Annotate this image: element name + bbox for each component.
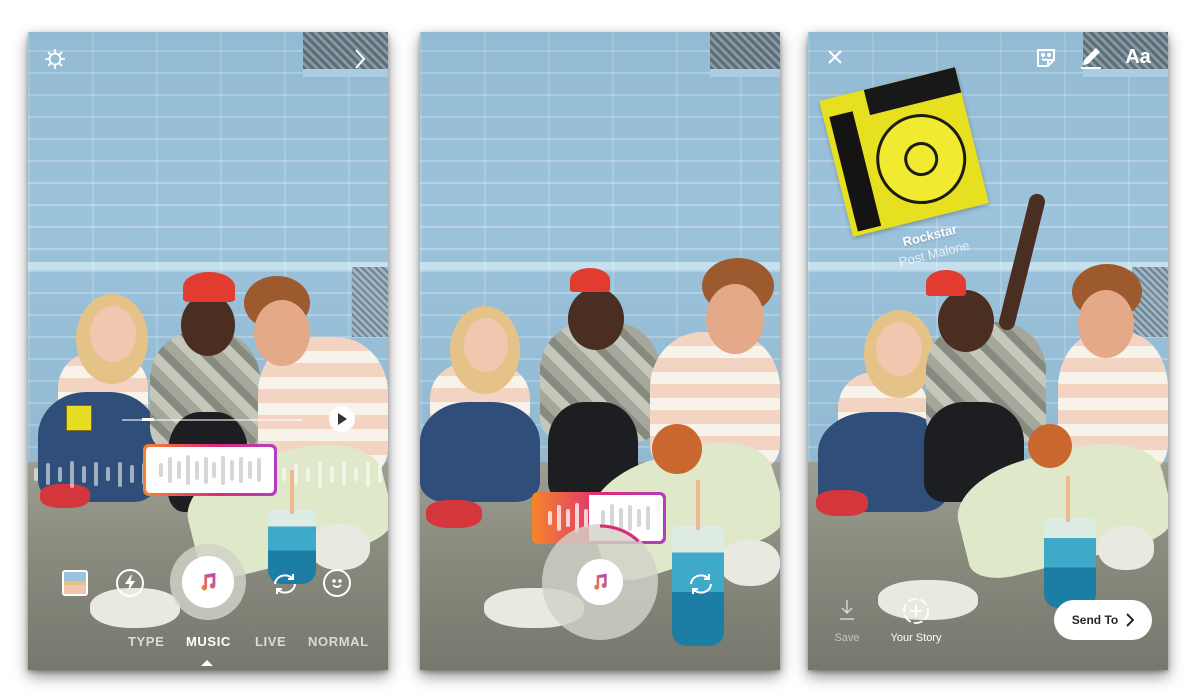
- screen-edit-story: Aa Rockstar Post Malone Save Your Story …: [808, 32, 1168, 670]
- waveform-bar: [547, 511, 552, 525]
- waveform-bar: [294, 463, 298, 485]
- waveform-bar: [118, 461, 122, 487]
- screen-recording-with-music: [420, 32, 780, 670]
- shutter-inner: [182, 556, 234, 608]
- waveform-bar: [330, 465, 334, 483]
- screen-camera-music-mode: TYPE MUSIC LIVE NORMAL: [28, 32, 388, 670]
- drink-straw: [1066, 476, 1070, 522]
- waveform-bar: [176, 461, 181, 479]
- waveform-bar: [203, 456, 208, 484]
- waveform-bar: [94, 462, 98, 486]
- person-boy-shoe-2: [1098, 526, 1154, 570]
- background-window: [710, 32, 780, 77]
- mode-live[interactable]: LIVE: [255, 634, 286, 649]
- waveform-bar: [82, 465, 86, 483]
- background-window: [303, 32, 388, 77]
- save-label[interactable]: Save: [828, 632, 866, 644]
- sticker-icon[interactable]: [1032, 44, 1060, 72]
- waveform-bar: [342, 462, 346, 486]
- waveform-bar: [58, 466, 62, 482]
- chevron-right-icon: [1126, 613, 1135, 627]
- waveform-bar: [212, 462, 217, 478]
- waveform-bar: [194, 460, 199, 480]
- drink-straw: [696, 480, 700, 530]
- person-man-cap: [183, 272, 235, 302]
- play-icon: [338, 413, 347, 425]
- waveform-bar: [158, 463, 163, 477]
- flip-camera-icon[interactable]: [686, 570, 716, 598]
- waveform-bar: [248, 461, 253, 479]
- waveform-bar: [239, 457, 244, 483]
- waveform-left: [34, 459, 158, 489]
- person-man-cap: [570, 268, 610, 292]
- active-mode-indicator: [201, 660, 213, 666]
- send-to-label: Send To: [1071, 613, 1119, 627]
- person-woman-shoe: [426, 500, 482, 528]
- waveform-bar: [318, 460, 322, 488]
- pen-icon[interactable]: [1078, 44, 1104, 72]
- face-effects-icon[interactable]: [323, 569, 351, 597]
- person-woman-overalls: [420, 402, 540, 502]
- person-woman-shoe: [816, 490, 868, 516]
- person-man-cap: [926, 270, 966, 296]
- waveform-bar: [306, 466, 310, 482]
- waveform-bar: [366, 461, 370, 487]
- person-boy-face: [1078, 290, 1134, 358]
- waveform-bar: [354, 467, 358, 481]
- wall-ledge: [28, 262, 388, 270]
- music-scrubber[interactable]: [143, 444, 277, 496]
- your-story-label[interactable]: Your Story: [880, 632, 952, 644]
- music-note-icon: [201, 572, 216, 591]
- play-button[interactable]: [329, 406, 355, 432]
- download-icon[interactable]: [836, 598, 858, 622]
- waveform-bar: [282, 467, 286, 481]
- waveform-bar: [130, 465, 134, 483]
- waveform-bar: [230, 459, 235, 481]
- basketball: [652, 424, 702, 474]
- person-woman-face: [464, 318, 508, 372]
- camera-mode-bar: TYPE MUSIC LIVE NORMAL: [28, 634, 388, 666]
- wall-grate: [352, 267, 388, 337]
- waveform-bar: [167, 457, 172, 483]
- text-tool-button[interactable]: Aa: [1118, 42, 1158, 72]
- mode-type[interactable]: TYPE: [128, 634, 164, 649]
- mode-music[interactable]: MUSIC: [186, 634, 231, 649]
- person-boy-shoe-2: [720, 540, 780, 586]
- shutter-inner: [577, 559, 623, 605]
- scrubber-waveform: [146, 447, 274, 493]
- person-boy-face: [254, 300, 310, 366]
- gear-icon[interactable]: [42, 46, 68, 72]
- music-note-icon: [594, 573, 607, 590]
- waveform-bar: [46, 463, 50, 485]
- track-position-knob[interactable]: [142, 418, 154, 421]
- person-boy-face: [706, 284, 764, 354]
- person-woman-face: [90, 306, 136, 362]
- waveform-bar: [185, 455, 190, 485]
- record-button[interactable]: [542, 524, 658, 640]
- waveform-bar: [70, 460, 74, 488]
- person-man-face: [568, 288, 624, 350]
- send-to-button[interactable]: Send To: [1054, 600, 1152, 640]
- add-to-story-icon[interactable]: [902, 597, 930, 625]
- album-art-thumbnail: [66, 405, 92, 431]
- close-icon[interactable]: [824, 46, 846, 68]
- waveform-right: [282, 459, 388, 489]
- flip-camera-icon[interactable]: [270, 570, 300, 598]
- flash-icon[interactable]: [116, 569, 144, 597]
- waveform-bar: [34, 467, 38, 481]
- waveform-bar: [378, 465, 382, 483]
- person-woman-face: [876, 322, 922, 376]
- person-man-face: [181, 294, 235, 356]
- waveform-bar: [257, 458, 262, 482]
- person-boy-shoe-2: [310, 524, 370, 570]
- waveform-bar: [106, 467, 110, 481]
- chevron-right-icon[interactable]: [348, 46, 372, 72]
- drink-cup: [1044, 518, 1096, 608]
- gallery-thumbnail[interactable]: [62, 570, 88, 596]
- basketball: [1028, 424, 1072, 468]
- shutter-button[interactable]: [170, 544, 246, 620]
- mode-normal[interactable]: NORMAL: [308, 634, 369, 649]
- waveform-bar: [221, 455, 226, 485]
- person-man-face: [938, 290, 994, 352]
